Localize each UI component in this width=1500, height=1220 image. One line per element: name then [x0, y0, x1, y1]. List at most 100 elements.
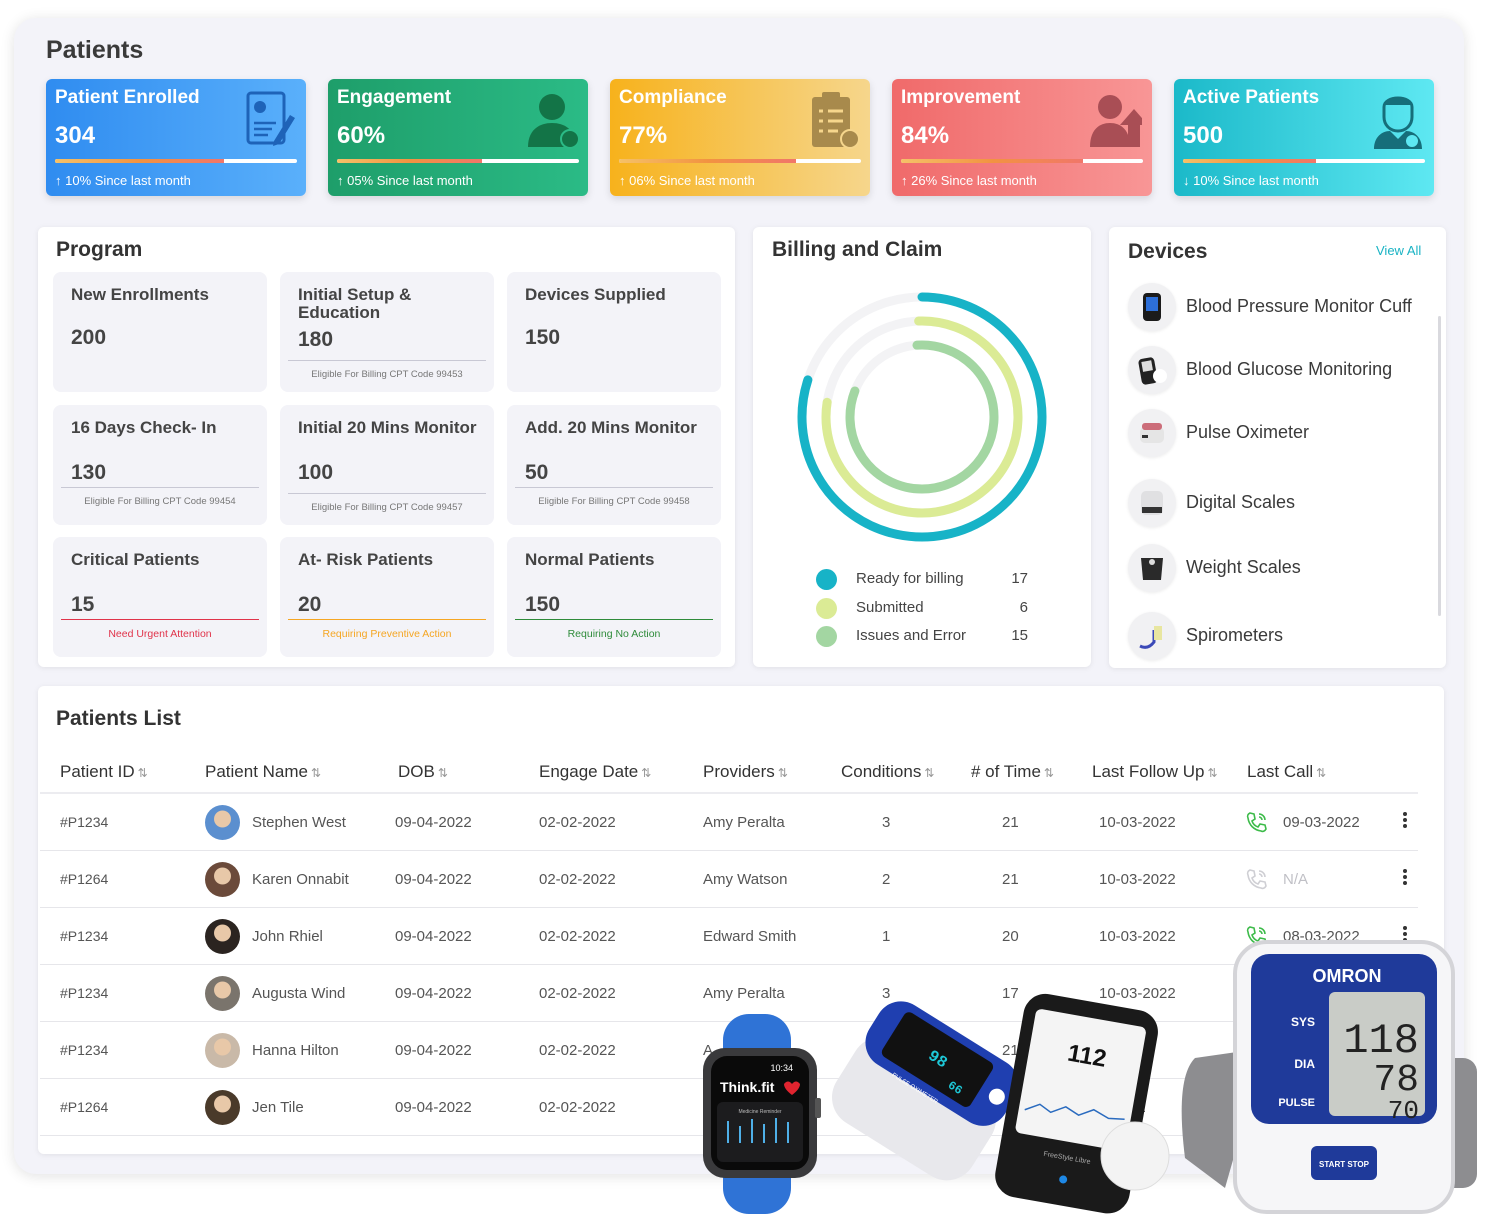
- column-header[interactable]: Patient ID ⇅: [60, 762, 148, 782]
- program-tile-value: 100: [298, 461, 334, 484]
- program-tile-title: Initial 20 Mins Monitor: [298, 418, 477, 437]
- pulse-oximeter-image: 98 66 PULSE OXIMETER: [832, 1001, 1019, 1181]
- program-tile-note: Eligible For Billing CPT Code 99454: [84, 496, 236, 507]
- kpi-card[interactable]: Engagement 60% ↑ 05% Since last month: [328, 79, 588, 196]
- column-header[interactable]: Engage Date ⇅: [539, 762, 651, 782]
- table-row[interactable]: #P1234 Stephen West 09-04-2022 02-02-202…: [40, 794, 1418, 851]
- legend-dot-icon: [816, 569, 837, 590]
- sort-icon[interactable]: ⇅: [438, 766, 448, 780]
- device-name: Digital Scales: [1186, 492, 1296, 512]
- sort-icon[interactable]: ⇅: [778, 766, 788, 780]
- cell-patient-id: #P1234: [60, 985, 109, 1001]
- column-header[interactable]: DOB ⇅: [398, 762, 448, 782]
- cell-provider: Amy Peralta: [703, 814, 785, 831]
- devices-title: Devices: [1128, 240, 1208, 263]
- column-header[interactable]: Providers ⇅: [703, 762, 788, 782]
- kpi-progress-bar: [55, 159, 297, 163]
- device-item[interactable]: Blood Pressure Monitor Cuff: [1128, 283, 1428, 331]
- column-header[interactable]: # of Time ⇅: [971, 762, 1054, 782]
- cell-patient-name[interactable]: Karen Onnabit: [252, 871, 349, 888]
- kpi-card[interactable]: Compliance 77% ↑ 06% Since last month: [610, 79, 870, 196]
- overlay-devices-image: 10:34 Think.fit Medicine Reminder 98 66 …: [703, 940, 1477, 1214]
- kpi-card[interactable]: Improvement 84% ↑ 26% Since last month: [892, 79, 1152, 196]
- cell-times: 21: [1002, 871, 1019, 888]
- sort-icon[interactable]: ⇅: [1044, 766, 1054, 780]
- page-title: Patients: [46, 36, 144, 64]
- trend-arrow-icon: ↑: [55, 173, 62, 188]
- cell-patient-name[interactable]: Stephen West: [252, 814, 346, 831]
- cell-dob: 09-04-2022: [395, 928, 472, 945]
- device-name: Weight Scales: [1186, 557, 1301, 577]
- kpi-progress-bar: [337, 159, 579, 163]
- cell-dob: 09-04-2022: [395, 985, 472, 1002]
- digital-scale-icon: [1128, 479, 1176, 527]
- program-tile-title: Initial Setup & Education: [298, 285, 412, 322]
- program-tile[interactable]: New Enrollments 200: [53, 272, 267, 392]
- sort-icon[interactable]: ⇅: [641, 766, 651, 780]
- program-tile-value: 200: [71, 326, 107, 349]
- watch-brand: Think.fit: [720, 1079, 775, 1095]
- column-header[interactable]: Conditions ⇅: [841, 762, 934, 782]
- column-header[interactable]: Patient Name ⇅: [205, 762, 321, 782]
- trend-arrow-icon: ↑: [619, 173, 626, 188]
- cell-patient-id: #P1234: [60, 1042, 109, 1058]
- device-item[interactable]: Weight Scales: [1128, 544, 1428, 592]
- doctor-icon: [1372, 89, 1424, 151]
- program-tile-divider: [61, 619, 259, 620]
- sort-icon[interactable]: ⇅: [1316, 766, 1326, 780]
- device-item[interactable]: Spirometers: [1128, 612, 1428, 660]
- program-tile[interactable]: At- Risk Patients 20 Requiring Preventiv…: [280, 537, 494, 657]
- view-all-link[interactable]: View All: [1376, 243, 1421, 258]
- program-tile[interactable]: Normal Patients 150 Requiring No Action: [507, 537, 721, 657]
- kpi-card[interactable]: Active Patients 500 ↓ 10% Since last mon…: [1174, 79, 1434, 196]
- glucose-meter-icon: [1128, 346, 1176, 394]
- devices-scrollbar[interactable]: [1438, 316, 1441, 616]
- sort-icon[interactable]: ⇅: [924, 766, 934, 780]
- patients-list-title: Patients List: [56, 707, 181, 730]
- sort-icon[interactable]: ⇅: [1207, 766, 1217, 780]
- program-tile[interactable]: Add. 20 Mins Monitor 50 Eligible For Bil…: [507, 405, 721, 525]
- device-item[interactable]: Digital Scales: [1128, 479, 1428, 527]
- svg-text:PULSE: PULSE: [1278, 1097, 1315, 1109]
- sort-icon[interactable]: ⇅: [311, 766, 321, 780]
- program-tile[interactable]: Critical Patients 15 Need Urgent Attenti…: [53, 537, 267, 657]
- more-options-icon[interactable]: [1403, 812, 1407, 830]
- pulse-oximeter-icon: [1128, 409, 1176, 457]
- program-tile-note: Eligible For Billing CPT Code 99453: [311, 369, 463, 380]
- table-row[interactable]: #P1264 Karen Onnabit 09-04-2022 02-02-20…: [40, 851, 1418, 908]
- program-tile-title: Devices Supplied: [525, 285, 666, 304]
- cell-patient-name[interactable]: Augusta Wind: [252, 985, 345, 1002]
- sort-icon[interactable]: ⇅: [138, 766, 148, 780]
- phone-call-icon[interactable]: [1245, 810, 1269, 834]
- program-tile[interactable]: Initial 20 Mins Monitor 100 Eligible For…: [280, 405, 494, 525]
- cell-engage-date: 02-02-2022: [539, 871, 616, 888]
- device-item[interactable]: Blood Glucose Monitoring: [1128, 346, 1428, 394]
- column-header[interactable]: Last Follow Up ⇅: [1092, 762, 1218, 782]
- cell-patient-name[interactable]: Hanna Hilton: [252, 1042, 339, 1059]
- program-tile[interactable]: 16 Days Check- In 130 Eligible For Billi…: [53, 405, 267, 525]
- cell-dob: 09-04-2022: [395, 1042, 472, 1059]
- program-tile-note: Need Urgent Attention: [108, 628, 212, 640]
- legend-item: Submitted 6: [816, 598, 1036, 621]
- cell-patient-name[interactable]: Jen Tile: [252, 1099, 304, 1116]
- device-item[interactable]: Pulse Oximeter: [1128, 409, 1428, 457]
- device-name: Blood Pressure Monitor Cuff: [1186, 296, 1412, 316]
- weight-scale-icon: [1128, 544, 1176, 592]
- phone-call-icon[interactable]: [1245, 867, 1269, 891]
- billing-title: Billing and Claim: [772, 238, 943, 261]
- cell-patient-id: #P1264: [60, 1099, 109, 1115]
- cell-engage-date: 02-02-2022: [539, 1042, 616, 1059]
- program-tile-value: 15: [71, 593, 95, 616]
- cell-times: 21: [1002, 814, 1019, 831]
- svg-text:START STOP: START STOP: [1319, 1160, 1370, 1169]
- column-header[interactable]: Last Call ⇅: [1247, 762, 1326, 782]
- cell-patient-name[interactable]: John Rhiel: [252, 928, 323, 945]
- more-options-icon[interactable]: [1403, 869, 1407, 887]
- program-tile-note: Eligible For Billing CPT Code 99457: [311, 502, 463, 513]
- program-tile[interactable]: Devices Supplied 150: [507, 272, 721, 392]
- avatar: [205, 862, 240, 897]
- cell-last-call: N/A: [1283, 871, 1309, 888]
- kpi-trend: ↑ 10% Since last month: [55, 173, 191, 188]
- program-tile[interactable]: Initial Setup & Education 180 Eligible F…: [280, 272, 494, 392]
- kpi-card[interactable]: Patient Enrolled 304 ↑ 10% Since last mo…: [46, 79, 306, 196]
